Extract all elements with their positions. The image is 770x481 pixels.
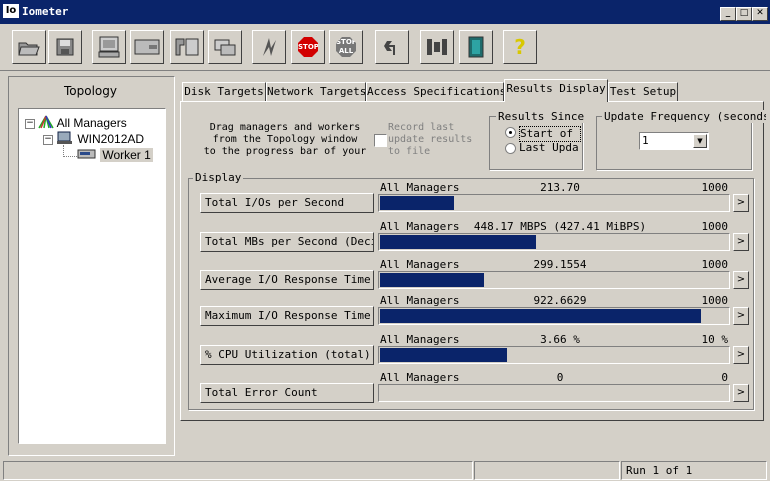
metric-max: 1000 xyxy=(701,258,729,271)
metric-max: 1000 xyxy=(701,181,729,194)
stop-all-label: STOP ALL xyxy=(336,37,357,57)
topology-title: Topology xyxy=(64,84,117,98)
reset-workers-icon[interactable] xyxy=(375,30,409,64)
start-tests-icon[interactable] xyxy=(252,30,286,64)
progress-bar[interactable] xyxy=(378,346,730,364)
progress-fill xyxy=(380,348,507,362)
start-of-test-radio[interactable] xyxy=(505,127,516,138)
tab-results-display[interactable]: Results Display xyxy=(504,79,608,102)
new-network-worker-icon[interactable] xyxy=(130,30,164,64)
metric-max: 10 % xyxy=(701,333,729,346)
app-icon: Io xyxy=(3,4,19,18)
record-last-checkbox[interactable] xyxy=(374,134,387,147)
more-options-button[interactable]: > xyxy=(733,384,749,402)
drag-instructions: Drag managers and workers from the Topol… xyxy=(203,122,367,157)
progress-bar[interactable] xyxy=(378,233,730,251)
results-since-title: Results Since xyxy=(496,110,587,123)
title-bar[interactable] xyxy=(0,0,770,24)
tree-item-all-managers[interactable]: All Managers xyxy=(38,115,127,131)
metric-select-button[interactable]: % CPU Utilization (total) xyxy=(200,345,374,365)
question-mark-icon: ? xyxy=(514,35,526,59)
more-options-button[interactable]: > xyxy=(733,194,749,212)
start-of-test-label: Start of T xyxy=(519,126,581,142)
progress-bar[interactable] xyxy=(378,307,730,325)
status-pane-main xyxy=(3,461,473,480)
disk-worker-icon xyxy=(77,149,96,159)
duplicate-worker-icon[interactable] xyxy=(170,30,204,64)
last-update-radio[interactable] xyxy=(505,143,516,154)
more-options-button[interactable]: > xyxy=(733,271,749,289)
metric-max: 1000 xyxy=(701,220,729,233)
tree-label: WIN2012AD xyxy=(77,132,145,146)
maximize-icon[interactable]: □ xyxy=(736,7,752,21)
stop-label: STOP xyxy=(298,37,318,57)
tab-test-setup[interactable]: Test Setup xyxy=(608,82,678,101)
progress-fill xyxy=(380,309,701,323)
tab-network-targets[interactable]: Network Targets xyxy=(266,82,366,101)
metric-select-button[interactable]: Total MBs per Second (Decima xyxy=(200,232,374,252)
tree-item-worker[interactable]: Worker 1 xyxy=(77,147,153,163)
collapse-icon[interactable]: − xyxy=(43,135,53,145)
metric-select-button[interactable]: Maximum I/O Response Time (m xyxy=(200,306,374,326)
topology-tree[interactable]: − All Managers − WIN2012AD Worker 1 xyxy=(18,108,166,444)
tree-item-manager[interactable]: WIN2012AD xyxy=(56,131,144,147)
status-run: Run 1 of 1 xyxy=(621,461,767,480)
more-options-button[interactable]: > xyxy=(733,346,749,364)
more-options-button[interactable]: > xyxy=(733,233,749,251)
save-config-icon[interactable] xyxy=(48,30,82,64)
open-config-icon[interactable] xyxy=(12,30,46,64)
progress-fill xyxy=(380,235,536,249)
tab-disk-targets[interactable]: Disk Targets xyxy=(182,82,266,101)
dropdown-arrow-icon[interactable]: ▼ xyxy=(693,134,707,148)
minimize-icon[interactable]: _ xyxy=(720,7,736,21)
metric-select-button[interactable]: Average I/O Response Time (m xyxy=(200,270,374,290)
computer-icon xyxy=(57,131,72,144)
tree-label: All Managers xyxy=(56,116,127,130)
stop-button[interactable]: STOP xyxy=(291,30,325,64)
display-title: Display xyxy=(193,171,244,184)
update-frequency-value: 1 xyxy=(642,134,649,147)
new-disk-worker-icon[interactable] xyxy=(92,30,126,64)
metric-select-button[interactable]: Total I/Os per Second xyxy=(200,193,374,213)
update-frequency-select[interactable]: 1 ▼ xyxy=(639,132,709,150)
update-frequency-title: Update Frequency (seconds) xyxy=(602,110,766,123)
tree-label: Worker 1 xyxy=(100,148,153,162)
close-icon[interactable]: ✕ xyxy=(752,7,768,21)
progress-bar[interactable] xyxy=(378,384,730,402)
status-pane-middle xyxy=(474,461,620,480)
tab-access-specifications[interactable]: Access Specifications xyxy=(366,82,504,101)
more-options-button[interactable]: > xyxy=(733,307,749,325)
metric-select-button[interactable]: Total Error Count xyxy=(200,383,374,403)
window-title: Iometer xyxy=(22,5,69,18)
last-update-label: Last UpdatІ xyxy=(519,141,579,154)
progress-fill xyxy=(380,273,484,287)
metric-max: 1000 xyxy=(701,294,729,307)
progress-bar[interactable] xyxy=(378,194,730,212)
progress-fill xyxy=(380,196,454,210)
exit-icon[interactable] xyxy=(420,30,454,64)
console-icon[interactable] xyxy=(459,30,493,64)
all-managers-icon xyxy=(38,115,54,129)
progress-bar[interactable] xyxy=(378,271,730,289)
collapse-icon[interactable]: − xyxy=(25,119,35,129)
record-last-label: Record last update results to file xyxy=(388,122,473,157)
about-icon[interactable]: ? xyxy=(503,30,537,64)
metric-max: 0 xyxy=(721,371,728,384)
stop-all-button[interactable]: STOP ALL xyxy=(329,30,363,64)
disconnect-icon[interactable] xyxy=(208,30,242,64)
